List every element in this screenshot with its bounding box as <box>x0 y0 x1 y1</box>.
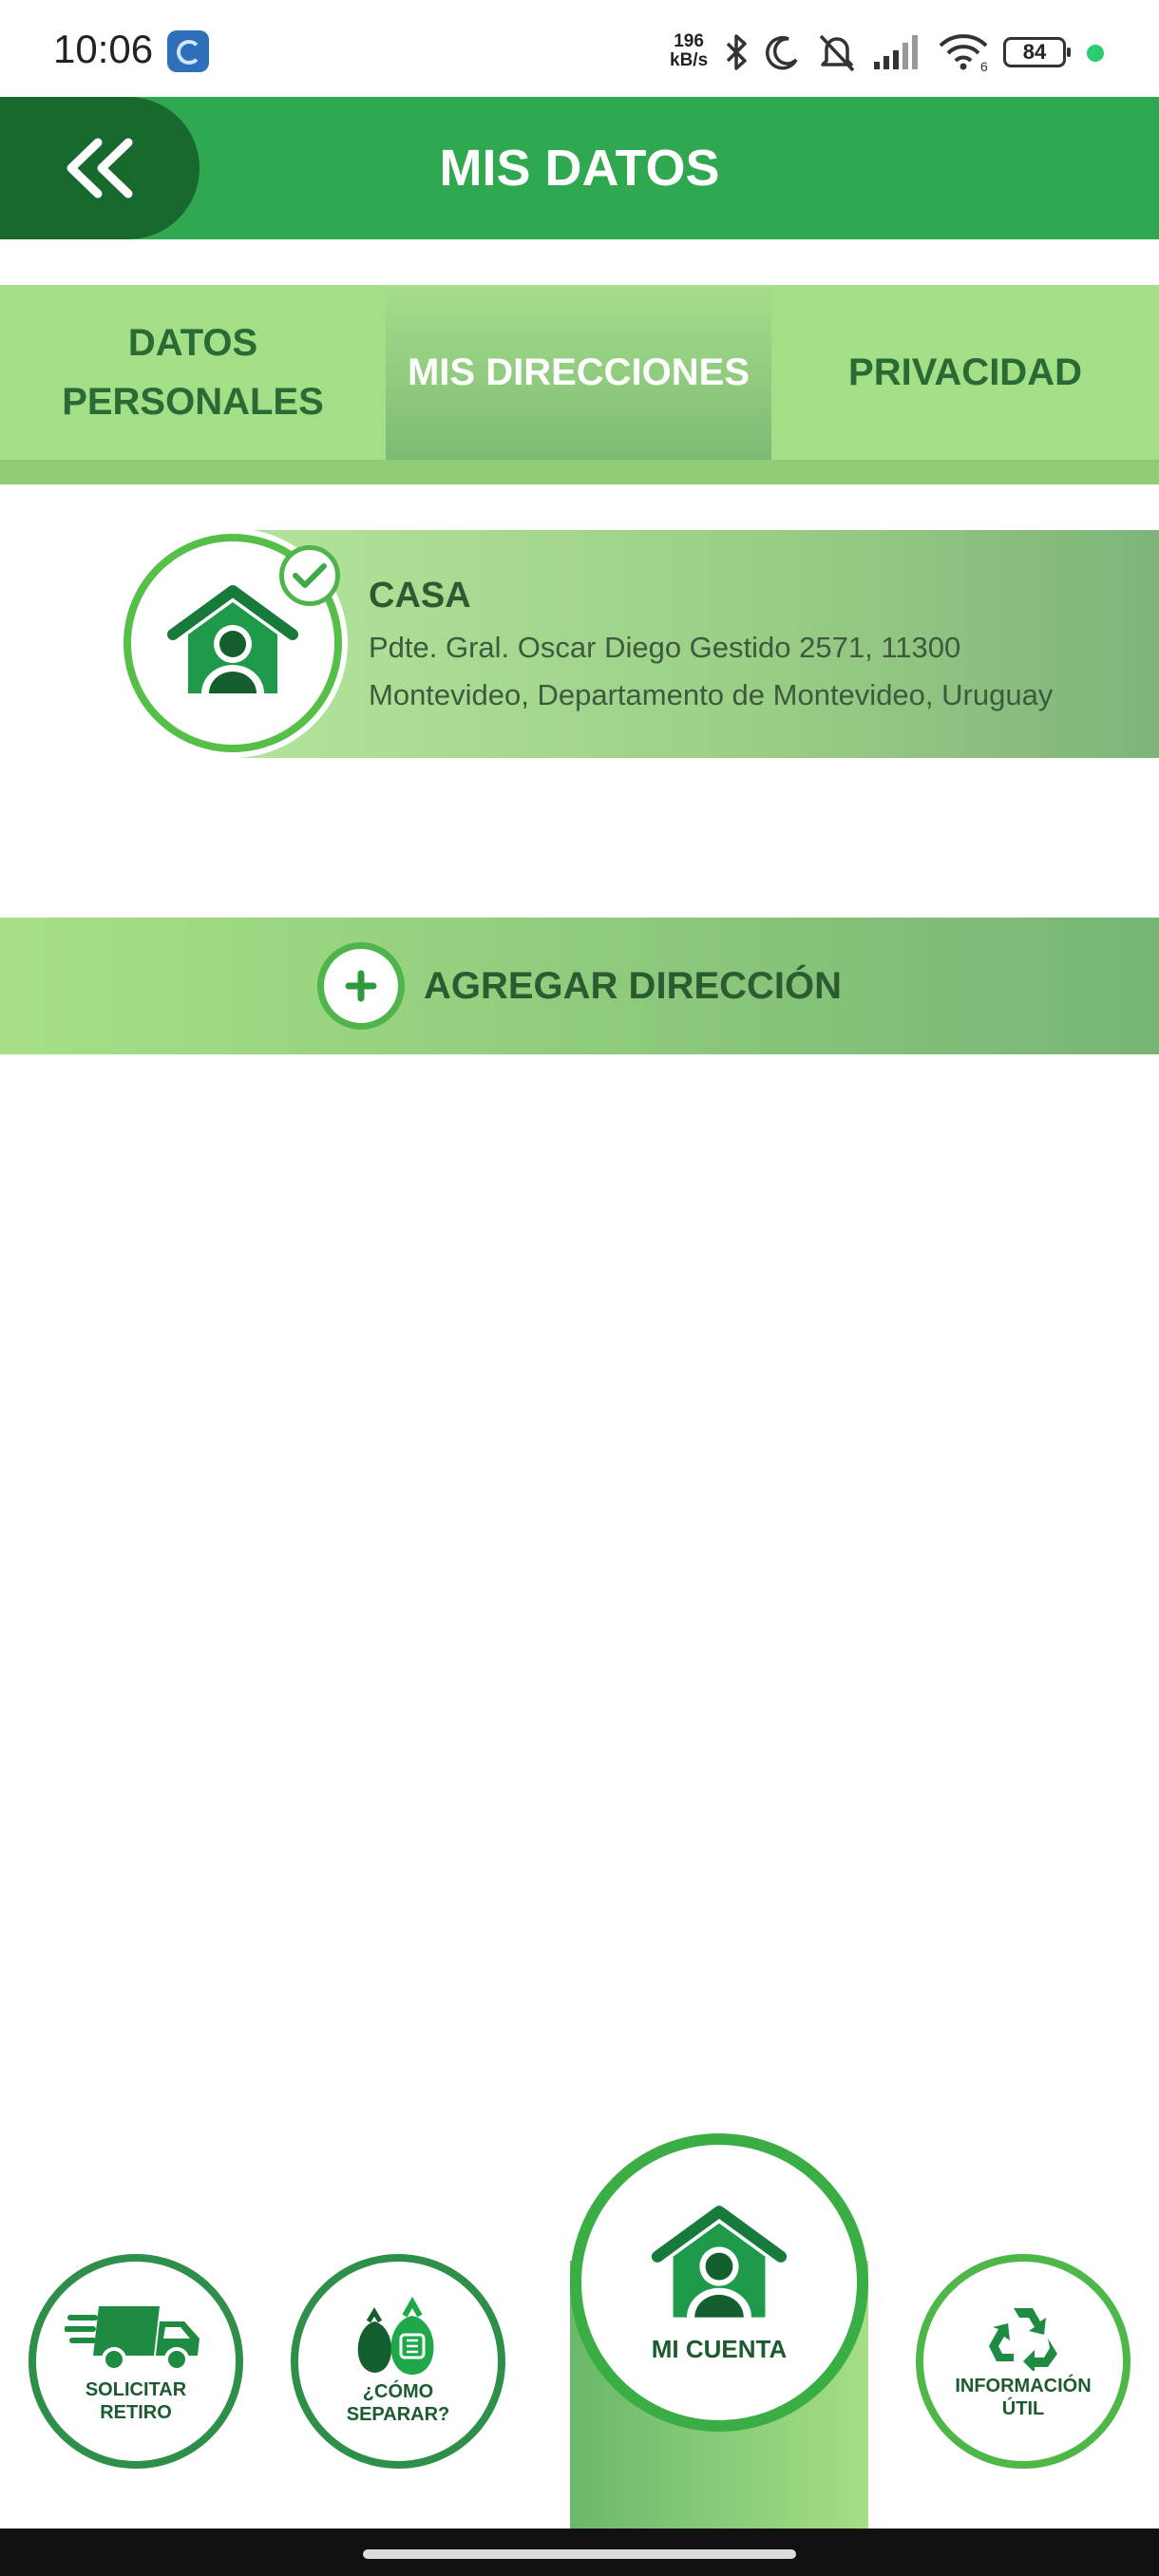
address-name: CASA <box>369 576 471 616</box>
battery-icon: 84 <box>1003 37 1071 67</box>
system-nav-bar <box>0 2529 1159 2576</box>
nav-label-line: ¿CÓMO <box>362 2381 434 2402</box>
house-person-icon <box>651 2205 788 2318</box>
bluetooth-icon <box>726 34 747 70</box>
nav-solicitar-retiro[interactable]: SOLICITAR RETIRO <box>28 2254 243 2469</box>
tab-label-line: DATOS <box>127 322 258 364</box>
nav-label-line: SOLICITAR <box>85 2379 187 2400</box>
nav-label-line: SEPARAR? <box>346 2404 450 2425</box>
status-bar: 10:06 196 kB/s 6 84 <box>0 0 1159 97</box>
network-speed-value: 196 <box>674 31 704 51</box>
plus-circle-icon <box>316 942 405 1030</box>
network-speed-unit: kB/s <box>670 50 709 70</box>
nav-mi-cuenta-label: MI CUENTA <box>651 2334 788 2363</box>
add-address-button[interactable]: AGREGAR DIRECCIÓN <box>0 918 1159 1054</box>
tab-label: PRIVACIDAD <box>848 351 1082 393</box>
app-notification-icon <box>167 30 209 72</box>
nav-label-line: ÚTIL <box>1001 2398 1045 2419</box>
add-address-label: AGREGAR DIRECCIÓN <box>423 964 843 1007</box>
privacy-indicator-dot <box>1087 45 1104 62</box>
back-button[interactable] <box>0 97 200 239</box>
recycle-icon <box>989 2308 1057 2371</box>
checkmark-icon <box>293 563 327 588</box>
nav-label-line: INFORMACIÓN <box>955 2376 1092 2396</box>
nav-mi-cuenta-inner: MI CUENTA <box>595 2158 844 2407</box>
plus-icon <box>345 970 377 1002</box>
home-gesture-handle[interactable] <box>363 2549 796 2559</box>
tab-mis-direcciones[interactable]: MIS DIRECCIONES <box>386 285 771 460</box>
wifi-icon: 6 <box>939 34 988 72</box>
app-header: MIS DATOS <box>0 97 1159 239</box>
tab-label: MIS DIRECCIONES <box>407 351 750 393</box>
recycling-bags-icon <box>357 2297 434 2375</box>
moon-icon <box>766 35 798 70</box>
network-speed: 196 kB/s <box>670 32 708 70</box>
address-line: Pdte. Gral. Oscar Diego Gestido 2571, 11… <box>369 631 961 664</box>
status-icons: 6 84 <box>722 28 1071 76</box>
selected-check <box>279 545 340 606</box>
address-line: Montevideo, Departamento de Montevideo, … <box>369 678 1054 711</box>
nav-label-line: RETIRO <box>100 2402 172 2423</box>
house-person-icon <box>167 585 298 693</box>
mute-bell-icon <box>819 34 855 72</box>
nav-mi-cuenta[interactable]: MI CUENTA <box>570 2133 868 2432</box>
double-chevron-left-icon <box>66 138 133 199</box>
status-time: 10:06 <box>53 27 154 71</box>
nav-como-separar[interactable]: ¿CÓMO SEPARAR? <box>291 2254 505 2469</box>
wifi-badge: 6 <box>980 59 988 72</box>
truck-icon <box>65 2306 200 2372</box>
tab-datos-personales[interactable]: DATOS PERSONALES <box>0 285 386 460</box>
cell-signal-icon <box>874 35 918 69</box>
tab-label-line: PERSONALES <box>62 381 324 423</box>
tab-privacidad[interactable]: PRIVACIDAD <box>771 285 1159 460</box>
nav-informacion-util[interactable]: INFORMACIÓN ÚTIL <box>916 2254 1130 2469</box>
tab-bar: DATOS PERSONALES MIS DIRECCIONES PRIVACI… <box>0 285 1159 484</box>
